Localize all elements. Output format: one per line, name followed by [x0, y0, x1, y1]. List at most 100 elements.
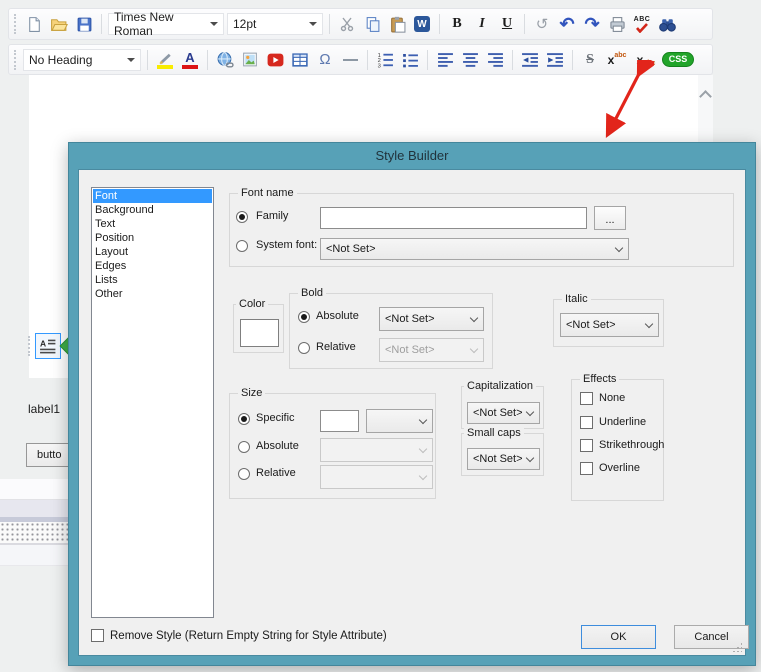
outdent-button[interactable] [519, 49, 541, 71]
category-listbox[interactable]: Font Background Text Position Layout Edg… [91, 187, 214, 618]
remove-style-checkbox[interactable] [91, 629, 104, 642]
category-item-background[interactable]: Background [93, 203, 212, 217]
paragraph-style-button[interactable]: A [35, 333, 61, 359]
spellcheck-button[interactable]: ABC [631, 13, 653, 35]
category-item-edges[interactable]: Edges [93, 259, 212, 273]
effect-strikethrough-checkbox[interactable] [580, 439, 593, 452]
font-color-button[interactable]: A [179, 49, 201, 71]
category-item-font[interactable]: Font [93, 189, 212, 203]
open-folder-icon [50, 16, 68, 33]
effect-underline-checkbox[interactable] [580, 416, 593, 429]
capitalization-combo[interactable]: <Not Set> [467, 402, 540, 424]
bold-relative-radio[interactable] [298, 342, 310, 354]
refresh-button[interactable]: ↺ [531, 13, 553, 35]
system-font-combo[interactable]: <Not Set> [320, 238, 629, 260]
highlight-button[interactable] [154, 49, 176, 71]
font-color-icon: A [185, 51, 194, 64]
category-item-other[interactable]: Other [93, 287, 212, 301]
font-size-combo[interactable]: 12pt [227, 13, 323, 35]
copy-button[interactable] [361, 13, 383, 35]
cancel-button[interactable]: Cancel [674, 625, 749, 649]
font-family-combo[interactable]: Times New Roman [108, 13, 224, 35]
new-document-button[interactable] [23, 13, 45, 35]
toolbar-grip[interactable] [14, 50, 17, 70]
effect-none-checkbox[interactable] [580, 392, 593, 405]
effect-overline-checkbox[interactable] [580, 462, 593, 475]
size-absolute-radio[interactable] [238, 441, 250, 453]
small-caps-combo[interactable]: <Not Set> [467, 448, 540, 470]
font-size-value: 12pt [233, 17, 256, 31]
toolbar-separator [207, 50, 208, 70]
svg-text:3: 3 [378, 64, 381, 68]
paste-button[interactable] [386, 13, 408, 35]
open-file-button[interactable] [48, 13, 70, 35]
system-font-radio[interactable] [236, 240, 248, 252]
capitalization-legend: Capitalization [464, 379, 536, 393]
browse-font-button[interactable]: ... [594, 206, 626, 230]
heading-combo[interactable]: No Heading [23, 49, 141, 71]
redo-button[interactable]: ↷ [581, 13, 603, 35]
insert-link-button[interactable] [214, 49, 236, 71]
size-specific-input[interactable] [320, 410, 359, 432]
align-right-button[interactable] [484, 49, 506, 71]
size-legend: Size [238, 386, 265, 400]
insert-image-button[interactable] [239, 49, 261, 71]
font-color-bar [182, 65, 198, 69]
combo-chevron-icon [470, 313, 478, 321]
ok-button[interactable]: OK [581, 625, 656, 649]
save-button[interactable] [73, 13, 95, 35]
size-specific-radio[interactable] [238, 413, 250, 425]
style-builder-dialog: Style Builder Font Background Text Posit… [68, 142, 756, 666]
indent-button[interactable] [544, 49, 566, 71]
bold-absolute-radio[interactable] [298, 311, 310, 323]
underline-button[interactable]: U [496, 13, 518, 35]
combo-arrow-icon [127, 58, 135, 62]
designer-tray-dotted-stripe [0, 522, 72, 543]
align-center-button[interactable] [459, 49, 481, 71]
toolbar-grip[interactable] [28, 336, 31, 356]
find-binoculars-icon [658, 16, 677, 33]
insert-video-button[interactable] [264, 49, 286, 71]
family-input[interactable] [320, 207, 587, 229]
dialog-client-area: Font Background Text Position Layout Edg… [78, 169, 746, 656]
category-item-position[interactable]: Position [93, 231, 212, 245]
family-radio[interactable] [236, 211, 248, 223]
bold-button[interactable]: B [446, 13, 468, 35]
cut-button[interactable] [336, 13, 358, 35]
find-button[interactable] [656, 13, 678, 35]
category-item-text[interactable]: Text [93, 217, 212, 231]
family-label: Family [256, 210, 288, 222]
bullet-list-button[interactable] [399, 49, 421, 71]
size-relative-radio[interactable] [238, 468, 250, 480]
print-button[interactable] [606, 13, 628, 35]
css-style-button[interactable]: CSS [662, 49, 694, 71]
toolbar-separator [439, 14, 440, 34]
horizontal-rule-button[interactable] [339, 49, 361, 71]
link-globe-icon [216, 51, 234, 69]
italic-icon: I [479, 16, 484, 32]
insert-table-button[interactable] [289, 49, 311, 71]
italic-button[interactable]: I [471, 13, 493, 35]
bold-absolute-combo[interactable]: <Not Set> [379, 307, 484, 331]
paste-from-word-button[interactable]: W [411, 13, 433, 35]
size-unit-combo[interactable] [366, 409, 433, 433]
effect-none-label: None [599, 392, 625, 404]
effect-overline-label: Overline [599, 462, 640, 474]
toolbar-separator [329, 14, 330, 34]
spellcheck-icon: ABC [634, 16, 651, 33]
align-left-button[interactable] [434, 49, 456, 71]
size-absolute-label: Absolute [256, 440, 299, 452]
designer-tray-stripe [0, 545, 72, 566]
undo-button[interactable]: ↶ [556, 13, 578, 35]
small-caps-legend: Small caps [464, 426, 524, 440]
toolbar-grip[interactable] [14, 14, 17, 34]
italic-combo[interactable]: <Not Set> [560, 313, 659, 337]
category-item-layout[interactable]: Layout [93, 245, 212, 259]
refresh-icon: ↺ [536, 17, 549, 32]
category-item-lists[interactable]: Lists [93, 273, 212, 287]
special-char-button[interactable]: Ω [314, 49, 336, 71]
color-swatch-button[interactable] [240, 319, 279, 347]
numbered-list-button[interactable]: 1 2 3 [374, 49, 396, 71]
bold-relative-label: Relative [316, 341, 356, 353]
combo-chevron-icon [526, 407, 534, 415]
